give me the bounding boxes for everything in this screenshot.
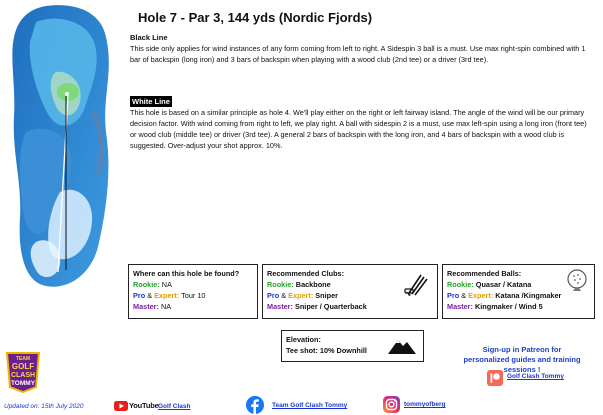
clubs-master-value: Sniper / Quarterback	[294, 302, 367, 311]
instagram-icon	[383, 396, 400, 413]
master-label: Master:	[133, 302, 159, 311]
mountain-icon	[388, 340, 416, 354]
amp: &	[461, 291, 467, 300]
expert-label: Expert:	[468, 291, 494, 300]
page-title: Hole 7 - Par 3, 144 yds (Nordic Fjords)	[138, 10, 373, 25]
black-line-heading: Black Line	[130, 33, 168, 42]
location-box: Where can this hole be found? Rookie: NA…	[128, 264, 258, 319]
amp: &	[147, 291, 153, 300]
pro-label: Pro	[447, 291, 460, 300]
instagram-link[interactable]: tommyofberg	[404, 401, 446, 408]
patreon-link-row[interactable]: Golf Clash Tommy	[487, 370, 591, 386]
logo-line3: CLASH	[11, 372, 35, 379]
youtube-icon	[114, 401, 128, 411]
elevation-value: Tee shot: 10% Downhill	[286, 346, 367, 355]
balls-rookie-value: Quasar / Katana	[475, 280, 532, 289]
balls-box: Recommended Balls: Rookie: Quasar / Kata…	[442, 264, 595, 319]
clubs-pro-expert-value: Sniper	[315, 291, 338, 300]
balls-pro-expert-value: Katana /Kingmaker	[495, 291, 562, 300]
elevation-heading: Elevation:	[286, 335, 321, 344]
elevation-box: Elevation: Tee shot: 10% Downhill	[281, 330, 424, 362]
master-label: Master:	[447, 302, 473, 311]
team-logo: TEAM GOLF CLASH TOMMY	[3, 345, 43, 394]
clubs-heading: Recommended Clubs:	[267, 269, 345, 278]
location-heading: Where can this hole be found?	[133, 269, 240, 278]
location-pro-expert-value: Tour 10	[181, 291, 206, 300]
balls-master-value: Kingmaker / Wind 5	[474, 302, 543, 311]
logo-line4: TOMMY	[11, 380, 36, 387]
facebook-icon	[246, 396, 264, 414]
hole-map	[6, 2, 118, 292]
expert-label: Expert:	[154, 291, 180, 300]
expert-label: Expert:	[288, 291, 314, 300]
clubs-rookie-value: Backbone	[295, 280, 331, 289]
white-line-heading: White Line	[130, 96, 172, 107]
white-line-text: This hole is based on a similar principl…	[130, 108, 587, 150]
rookie-label: Rookie:	[267, 280, 294, 289]
pro-label: Pro	[267, 291, 280, 300]
amp: &	[281, 291, 287, 300]
updated-date: Updated on: 15th July 2020	[4, 403, 84, 410]
facebook-link-row[interactable]: Team Golf Clash Tommy	[246, 396, 358, 414]
location-rookie-value: NA	[161, 280, 172, 289]
golf-ball-icon	[567, 269, 587, 291]
pro-label: Pro	[133, 291, 146, 300]
team-logo-graphic: TEAM GOLF CLASH TOMMY	[5, 352, 41, 394]
youtube-link-row[interactable]: YouTube Golf Clash	[114, 399, 194, 413]
youtube-link[interactable]: Golf Clash	[158, 403, 191, 410]
master-label: Master:	[267, 302, 293, 311]
patreon-link[interactable]: Golf Clash Tommy	[507, 373, 564, 380]
patreon-icon	[487, 370, 503, 386]
instagram-link-row[interactable]: tommyofberg	[383, 396, 463, 414]
hole-map-graphic	[12, 5, 109, 287]
black-line-text: This side only applies for wind instance…	[130, 44, 586, 64]
black-line-section: Black Line This side only applies for wi…	[130, 32, 595, 65]
rookie-label: Rookie:	[447, 280, 474, 289]
youtube-word: YouTube	[129, 401, 159, 410]
balls-heading: Recommended Balls:	[447, 269, 522, 278]
golf-clubs-icon	[404, 274, 428, 296]
logo-line2: GOLF	[12, 362, 34, 371]
rookie-label: Rookie:	[133, 280, 160, 289]
location-master-value: NA	[160, 302, 172, 311]
clubs-box: Recommended Clubs: Rookie: Backbone Pro …	[262, 264, 438, 319]
white-line-section: White Line This hole is based on a simil…	[130, 96, 595, 151]
facebook-link[interactable]: Team Golf Clash Tommy	[272, 402, 347, 409]
